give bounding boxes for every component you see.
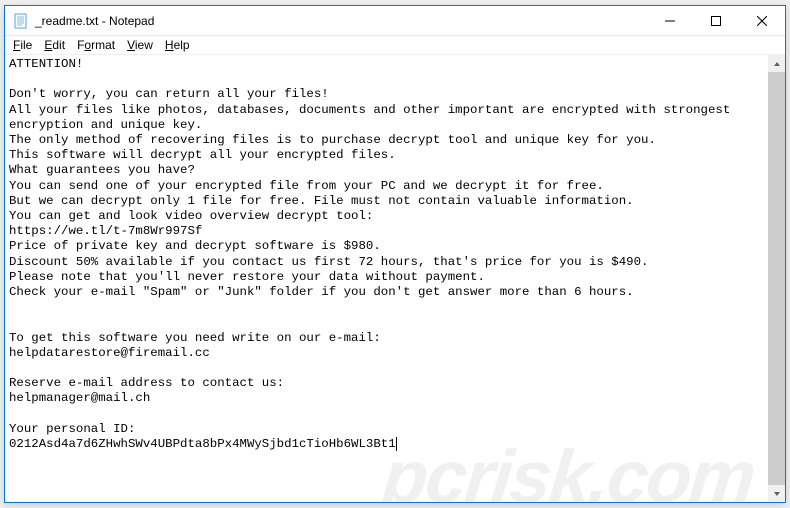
scroll-down-button[interactable] bbox=[768, 485, 785, 502]
text-line: All your files like photos, databases, d… bbox=[9, 103, 738, 132]
close-button[interactable] bbox=[739, 6, 785, 36]
text-line: Discount 50% available if you contact us… bbox=[9, 255, 648, 269]
menubar: File Edit Format View Help bbox=[5, 36, 785, 55]
menu-view[interactable]: View bbox=[121, 37, 159, 53]
text-line: ATTENTION! bbox=[9, 57, 83, 71]
notepad-window: _readme.txt - Notepad File Edit Format V… bbox=[4, 5, 786, 503]
text-line: 0212Asd4a7d6ZHwhSWv4UBPdta8bPx4MWySjbd1c… bbox=[9, 437, 396, 451]
notepad-icon bbox=[13, 13, 29, 29]
text-line: Please note that you'll never restore yo… bbox=[9, 270, 485, 284]
text-line: The only method of recovering files is t… bbox=[9, 133, 656, 147]
titlebar[interactable]: _readme.txt - Notepad bbox=[5, 6, 785, 36]
text-line: To get this software you need write on o… bbox=[9, 331, 381, 345]
text-line: helpdatarestore@firemail.cc bbox=[9, 346, 210, 360]
text-line: You can send one of your encrypted file … bbox=[9, 179, 604, 193]
text-line: But we can decrypt only 1 file for free.… bbox=[9, 194, 634, 208]
minimize-button[interactable] bbox=[647, 6, 693, 36]
scroll-up-button[interactable] bbox=[768, 55, 785, 72]
text-area[interactable]: ATTENTION! Don't worry, you can return a… bbox=[5, 55, 768, 502]
menu-help[interactable]: Help bbox=[159, 37, 196, 53]
menu-format[interactable]: Format bbox=[71, 37, 121, 53]
text-line: Don't worry, you can return all your fil… bbox=[9, 87, 329, 101]
window-title: _readme.txt - Notepad bbox=[35, 14, 154, 28]
text-line: Check your e-mail "Spam" or "Junk" folde… bbox=[9, 285, 634, 299]
text-line: This software will decrypt all your encr… bbox=[9, 148, 396, 162]
vertical-scrollbar[interactable] bbox=[768, 55, 785, 502]
text-line: You can get and look video overview decr… bbox=[9, 209, 373, 223]
scroll-thumb[interactable] bbox=[768, 72, 785, 485]
text-line: Price of private key and decrypt softwar… bbox=[9, 239, 381, 253]
text-line: What guarantees you have? bbox=[9, 163, 195, 177]
maximize-button[interactable] bbox=[693, 6, 739, 36]
text-line: Your personal ID: bbox=[9, 422, 135, 436]
watermark: pcrisk.com bbox=[382, 469, 754, 484]
content-wrap: ATTENTION! Don't worry, you can return a… bbox=[5, 55, 785, 502]
text-line: Reserve e-mail address to contact us: bbox=[9, 376, 284, 390]
menu-edit[interactable]: Edit bbox=[38, 37, 71, 53]
menu-file[interactable]: File bbox=[7, 37, 38, 53]
text-caret bbox=[396, 437, 397, 451]
scroll-track[interactable] bbox=[768, 72, 785, 485]
text-line: helpmanager@mail.ch bbox=[9, 391, 150, 405]
text-line: https://we.tl/t-7m8Wr997Sf bbox=[9, 224, 202, 238]
